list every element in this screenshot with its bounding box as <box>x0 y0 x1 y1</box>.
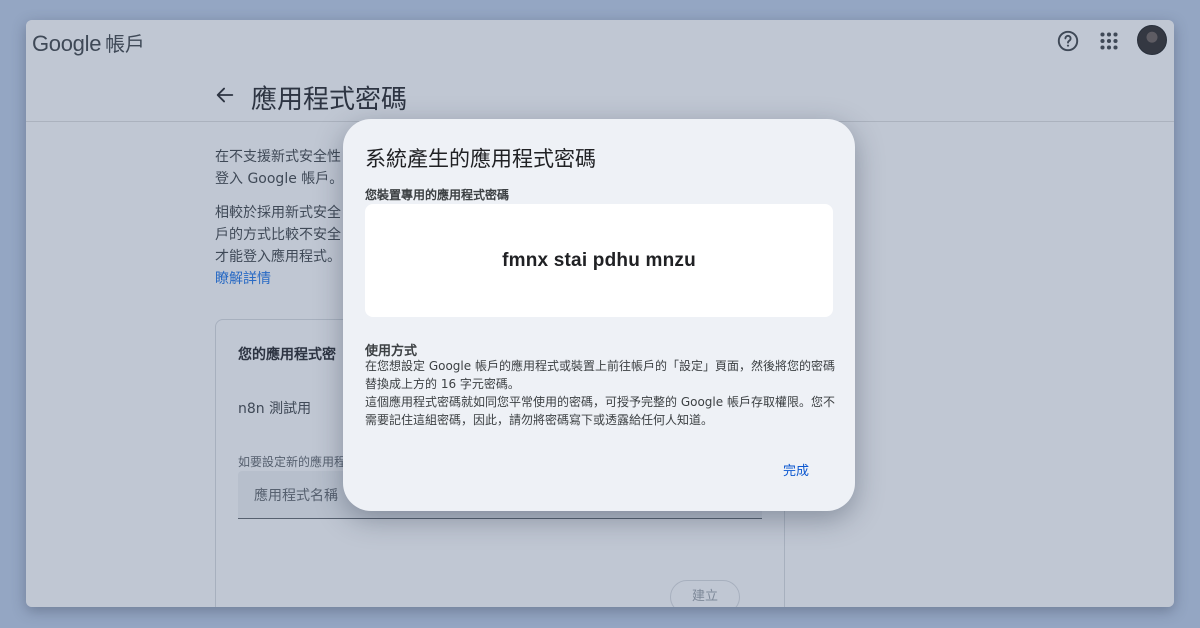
usage-paragraph-2: 這個應用程式密碼就如同您平常使用的密碼，可授予完整的 Google 帳戶存取權限… <box>365 395 835 427</box>
generated-password-dialog: 系統產生的應用程式密碼 您裝置專用的應用程式密碼 fmnx stai pdhu … <box>343 119 855 511</box>
password-box: fmnx stai pdhu mnzu <box>365 204 833 317</box>
usage-paragraph-1: 在您想設定 Google 帳戶的應用程式或裝置上前往帳戶的「設定」頁面，然後將您… <box>365 359 835 391</box>
done-button[interactable]: 完成 <box>783 460 809 479</box>
dialog-title: 系統產生的應用程式密碼 <box>365 147 596 171</box>
password-label: 您裝置專用的應用程式密碼 <box>365 188 510 202</box>
generated-password[interactable]: fmnx stai pdhu mnzu <box>502 250 696 271</box>
